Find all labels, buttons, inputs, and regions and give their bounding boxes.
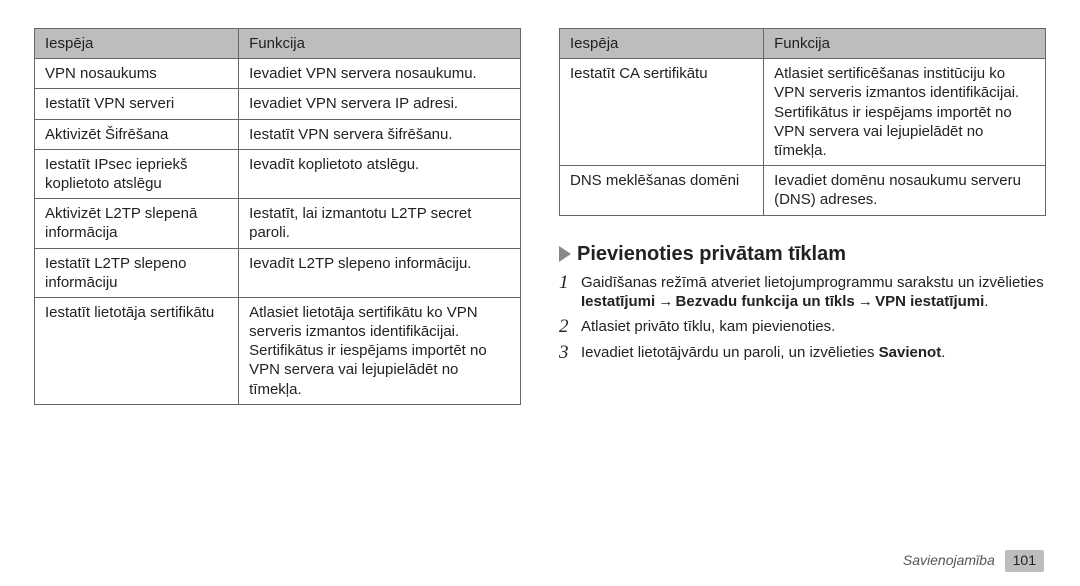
cell-function: Ievadiet domēnu nosaukumu serveru (DNS) …: [764, 166, 1046, 215]
cell-function: Ievadīt koplietoto atslēgu.: [239, 149, 521, 198]
footer-chapter: Savienojamība: [903, 552, 995, 568]
table-row: Aktivizēt L2TP slepenā informācijaIestat…: [35, 199, 521, 248]
table-row: DNS meklēšanas domēniIevadiet domēnu nos…: [560, 166, 1046, 215]
table-row: Iestatīt IPsec iepriekš koplietoto atslē…: [35, 149, 521, 198]
page-footer: Savienojamība 101: [903, 550, 1044, 572]
right-table: Iespēja Funkcija Iestatīt CA sertifikātu…: [559, 28, 1046, 216]
cell-function: Ievadiet VPN servera IP adresi.: [239, 89, 521, 119]
step-text: Atlasiet privāto tīklu, kam pievienoties…: [581, 317, 1046, 336]
th-function: Funkcija: [239, 29, 521, 59]
cell-option: DNS meklēšanas domēni: [560, 166, 764, 215]
right-column: Iespēja Funkcija Iestatīt CA sertifikātu…: [559, 28, 1046, 405]
steps-list: 1 Gaidīšanas režīmā atveriet lietojumpro…: [559, 273, 1046, 363]
cell-option: Aktivizēt Šifrēšana: [35, 119, 239, 149]
table-row: Iestatīt lietotāja sertifikātuAtlasiet l…: [35, 297, 521, 404]
th-option: Iespēja: [35, 29, 239, 59]
table-row: Iestatīt L2TP slepeno informācijuIevadīt…: [35, 248, 521, 297]
cell-function: Ievadīt L2TP slepeno informāciju.: [239, 248, 521, 297]
table-row: Iestatīt VPN serveriIevadiet VPN servera…: [35, 89, 521, 119]
step-3: 3 Ievadiet lietotājvārdu un paroli, un i…: [559, 343, 1046, 363]
cell-function: Iestatīt VPN servera šifrēšanu.: [239, 119, 521, 149]
cell-function: Atlasiet sertificēšanas institūciju ko V…: [764, 59, 1046, 166]
cell-function: Ievadiet VPN servera nosaukumu.: [239, 59, 521, 89]
step-text: Ievadiet lietotājvārdu un paroli, un izv…: [581, 343, 1046, 362]
cell-option: Iestatīt VPN serveri: [35, 89, 239, 119]
cell-option: Iestatīt lietotāja sertifikātu: [35, 297, 239, 404]
section-title: Pievienoties privātam tīklam: [577, 242, 846, 268]
cell-option: VPN nosaukums: [35, 59, 239, 89]
step-number: 1: [559, 273, 581, 293]
cell-option: Iestatīt IPsec iepriekš koplietoto atslē…: [35, 149, 239, 198]
step-number: 3: [559, 343, 581, 363]
cell-option: Aktivizēt L2TP slepenā informācija: [35, 199, 239, 248]
th-function: Funkcija: [764, 29, 1046, 59]
left-column: Iespēja Funkcija VPN nosaukumsIevadiet V…: [34, 28, 521, 405]
chevron-right-icon: [559, 246, 571, 262]
cell-function: Iestatīt, lai izmantotu L2TP secret paro…: [239, 199, 521, 248]
step-text: Gaidīšanas režīmā atveriet lietojumprogr…: [581, 273, 1046, 311]
step-number: 2: [559, 317, 581, 337]
step-1: 1 Gaidīšanas režīmā atveriet lietojumpro…: [559, 273, 1046, 311]
section-heading: Pievienoties privātam tīklam: [559, 242, 1046, 268]
table-row: VPN nosaukumsIevadiet VPN servera nosauk…: [35, 59, 521, 89]
cell-option: Iestatīt L2TP slepeno informāciju: [35, 248, 239, 297]
step-2: 2 Atlasiet privāto tīklu, kam pievienoti…: [559, 317, 1046, 337]
cell-function: Atlasiet lietotāja sertifikātu ko VPN se…: [239, 297, 521, 404]
th-option: Iespēja: [560, 29, 764, 59]
cell-option: Iestatīt CA sertifikātu: [560, 59, 764, 166]
table-row: Aktivizēt ŠifrēšanaIestatīt VPN servera …: [35, 119, 521, 149]
table-row: Iestatīt CA sertifikātuAtlasiet sertific…: [560, 59, 1046, 166]
footer-page-number: 101: [1005, 550, 1044, 572]
left-table: Iespēja Funkcija VPN nosaukumsIevadiet V…: [34, 28, 521, 405]
